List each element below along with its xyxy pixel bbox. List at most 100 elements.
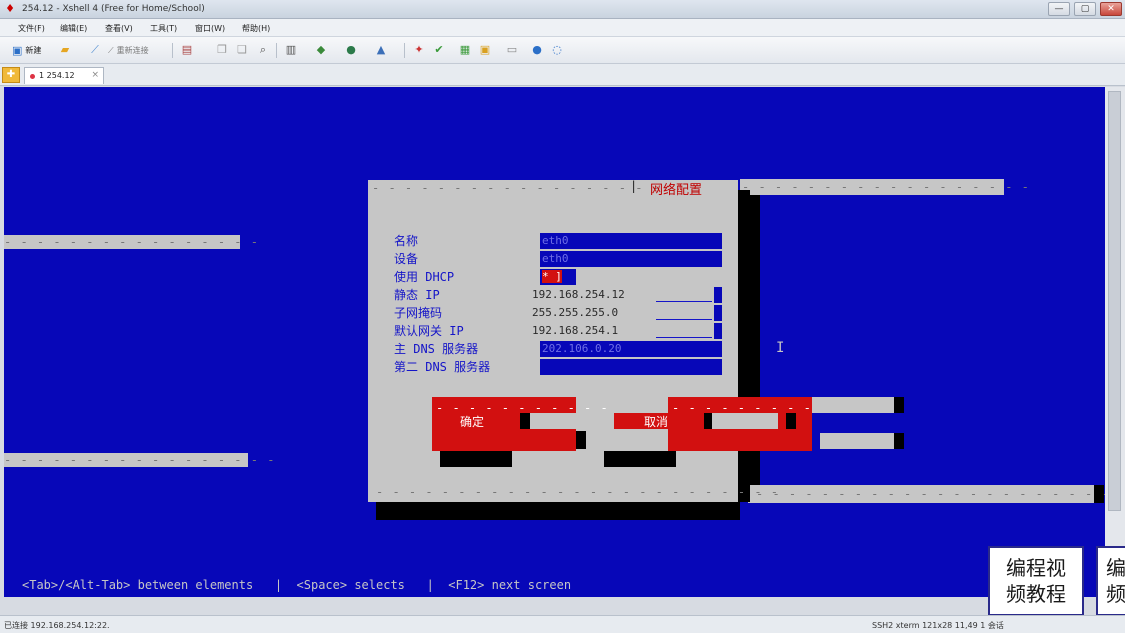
dhcp-checkbox-mark: * ] [542,270,562,283]
background-window-border: - - - - - - - - - - - - - - - - - - - - … [756,487,1105,501]
netmask-underline [656,319,712,320]
cancel-button-shadow [786,413,796,429]
dialog-shadow [738,190,750,502]
field-label-name: 名称 [394,234,419,248]
ok-button-label: 确定 [460,415,485,429]
new-session-button[interactable]: ▣ 新建 [12,43,41,58]
print-icon[interactable]: ▥ [284,43,298,57]
device-input[interactable]: eth0 [540,251,722,267]
watermark-partial-line-1: 编 [1106,556,1125,580]
static-ip-edge [714,287,722,303]
session-tab-bar: ✚ 1 254.12 × [0,64,1125,86]
xftp-icon[interactable]: ✦ [412,43,426,57]
globe-icon[interactable]: ● [344,43,358,57]
properties-icon[interactable]: ▤ [180,43,194,57]
watermark-logo: 编程视 频教程 [988,546,1084,616]
static-ip-input[interactable]: 192.168.254.12 [532,287,625,303]
field-label-primary-dns: 主 DNS 服务器 [394,342,479,356]
menu-edit[interactable]: 编辑(E) [60,23,87,34]
background-bar-shadow [894,397,904,413]
menu-file[interactable]: 文件(F) [18,23,45,34]
dialog-title-bracket: | [630,179,639,193]
watermark-logo-partial: 编 频 [1096,546,1125,616]
netmask-input[interactable]: 255.255.255.0 [532,305,618,321]
menu-window[interactable]: 窗口(W) [195,23,225,34]
background-bar [812,397,894,413]
field-label-secondary-dns: 第二 DNS 服务器 [394,360,491,374]
toolbar-separator [276,43,277,58]
background-frame-border: - - - - - - - - - - - - - - - - [4,235,259,249]
menu-tools[interactable]: 工具(T) [150,23,177,34]
tab-close-icon[interactable]: × [91,70,99,80]
link-icon[interactable]: ⟋ [88,43,102,57]
paste-icon[interactable]: ❏ [235,43,249,57]
background-window-shadow [1094,485,1104,503]
dialog-border-bottom: - - - - - - - - - - - - - - - - - - - - … [376,485,780,499]
help-icon[interactable]: ● [530,43,544,57]
transfer-icon[interactable]: ✔ [432,43,446,57]
name-input[interactable]: eth0 [540,233,722,249]
field-label-gateway: 默认网关 IP [394,324,464,338]
xshell-app-icon: ♦ [5,2,15,15]
field-label-dhcp: 使用 DHCP [394,270,455,284]
find-icon[interactable]: ⌕ [256,43,270,57]
dialog-title: 网络配置 [650,183,703,198]
title-bar: ♦ 254.12 - Xshell 4 (Free for Home/Schoo… [0,0,1125,19]
watermark-partial-line-2: 频 [1106,582,1125,606]
toolbar-separator [172,43,173,58]
layout-icon[interactable]: ▦ [458,43,472,57]
menu-view[interactable]: 查看(V) [105,23,133,34]
chat-icon[interactable]: ◌ [550,43,564,57]
session-tab[interactable]: 1 254.12 × [24,67,104,84]
background-bar [820,433,894,449]
cancel-button-shadow [704,413,712,429]
terminal-info: SSH2 xterm 121x28 11,49 1 会话 [872,621,1004,630]
color-scheme-icon[interactable]: ◆ [314,43,328,57]
script-icon[interactable]: ▭ [505,43,519,57]
cancel-button-label: 取消 [644,415,669,429]
toolbar: ▣ 新建 ▰ ⟋ ⟋ 重新连接 ▤ ❐ ❏ ⌕ ▥ ◆ ● ▲ ✦ ✔ ▦ ▣ … [0,37,1125,64]
tab-status-icon [30,74,35,79]
gateway-input[interactable]: 192.168.254.1 [532,323,618,339]
close-button[interactable]: ✕ [1100,2,1122,16]
scrollbar-thumb[interactable] [1108,91,1121,511]
minimize-button[interactable]: — [1048,2,1070,16]
menu-help[interactable]: 帮助(H) [242,23,270,34]
lock-icon[interactable]: ▣ [478,43,492,57]
background-bar-shadow [894,433,904,449]
cancel-button-shadow [604,451,676,467]
watermark-line-1: 编程视 [1006,556,1066,580]
secondary-dns-input[interactable] [540,359,722,375]
terminal-screen[interactable]: - - - - - - - - - - - - - - - - - - - - … [4,87,1105,597]
field-label-static-ip: 静态 IP [394,288,440,302]
font-icon[interactable]: ▲ [374,43,388,57]
terminal-scrollbar[interactable] [1105,87,1125,597]
ok-button-shadow [440,451,512,467]
gateway-edge [714,323,722,339]
toolbar-separator [404,43,405,58]
copy-icon[interactable]: ❐ [215,43,229,57]
dialog-border-top: - - - - - - - - - - - - - - - - - - [372,181,660,195]
netmask-edge [714,305,722,321]
dhcp-checkbox[interactable]: * ] [540,269,576,285]
connection-status: 已连接 192.168.254.12:22. [4,621,110,630]
keyboard-hint-line: <Tab>/<Alt-Tab> between elements | <Spac… [22,578,572,592]
maximize-button[interactable]: ▢ [1074,2,1096,16]
field-label-device: 设备 [394,252,419,266]
static-ip-underline [656,301,712,302]
primary-dns-input[interactable]: 202.106.0.20 [540,341,722,357]
session-tab-label: 1 254.12 [39,71,75,80]
reconnect-button[interactable]: ⟋ 重新连接 [108,43,149,58]
window-title: 254.12 - Xshell 4 (Free for Home/School) [22,4,205,14]
ok-button-shadow [520,413,530,429]
menu-bar: 文件(F) 编辑(E) 查看(V) 工具(T) 窗口(W) 帮助(H) [0,19,1125,37]
session-manager-icon[interactable]: ✚ [2,67,20,83]
cancel-button-shadow [710,413,778,429]
reconnect-label: 重新连接 [116,46,149,55]
open-folder-icon[interactable]: ▰ [58,43,72,57]
ok-button-shadow [524,413,584,429]
status-bar: 已连接 192.168.254.12:22. SSH2 xterm 121x28… [0,615,1125,633]
new-session-icon: ▣ [12,44,23,57]
text-cursor-icon: I [776,340,785,356]
dialog-shadow [376,502,740,520]
